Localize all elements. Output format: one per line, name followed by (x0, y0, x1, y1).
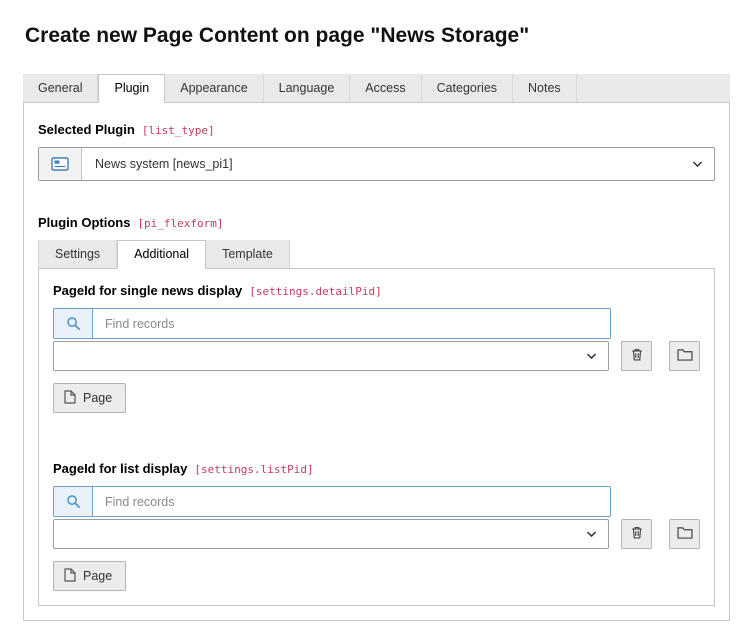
tab-categories[interactable]: Categories (422, 74, 513, 102)
flexform-tabbar: Settings Additional Template (38, 240, 715, 269)
plugin-options-fieldcode: [pi_flexform] (137, 217, 223, 230)
tab-additional[interactable]: Additional (117, 240, 206, 269)
listpid-label: PageId for list display [settings.listPid… (53, 461, 700, 477)
browse-records-button[interactable] (669, 341, 700, 371)
trash-icon (630, 525, 644, 543)
selected-plugin-value: News system [news_pi1] (82, 148, 714, 180)
listpid-fieldcode: [settings.listPid] (194, 463, 313, 476)
tab-appearance[interactable]: Appearance (165, 74, 263, 102)
page-picker-button[interactable]: Page (53, 383, 126, 413)
tab-content: Selected Plugin [list_type] News system [… (23, 103, 730, 621)
page-button-label: Page (83, 569, 112, 583)
delete-record-button[interactable] (621, 341, 652, 371)
record-search-input[interactable] (93, 309, 610, 338)
listpid-record-row (53, 519, 700, 549)
tab-template[interactable]: Template (206, 240, 290, 268)
listpid-record-search (53, 486, 611, 517)
selected-plugin-select[interactable]: News system [news_pi1] (38, 147, 715, 181)
tab-settings[interactable]: Settings (38, 240, 117, 268)
delete-record-button[interactable] (621, 519, 652, 549)
page-icon (64, 568, 76, 585)
tabbar-spacer (577, 74, 730, 102)
selected-plugin-label-text: Selected Plugin (38, 122, 135, 137)
plugin-icon (39, 148, 82, 180)
record-search-input[interactable] (93, 487, 610, 516)
browse-records-button[interactable] (669, 519, 700, 549)
module-body: Create new Page Content on page "News St… (0, 0, 753, 621)
trash-icon (630, 347, 644, 365)
plugin-options-label: Plugin Options [pi_flexform] (38, 215, 715, 231)
selected-records-select[interactable] (53, 341, 609, 371)
search-icon (54, 487, 93, 516)
listpid-label-text: PageId for list display (53, 461, 187, 476)
detailpid-record-search (53, 308, 611, 339)
selected-plugin-label: Selected Plugin [list_type] (38, 122, 715, 138)
chevron-down-icon (585, 350, 598, 363)
page-title: Create new Page Content on page "News St… (25, 24, 730, 48)
folder-icon (677, 526, 693, 542)
page-icon (64, 390, 76, 407)
detailpid-fieldcode: [settings.detailPid] (249, 285, 381, 298)
page-picker-button[interactable]: Page (53, 561, 126, 591)
detailpid-label: PageId for single news display [settings.… (53, 283, 700, 299)
chevron-down-icon (585, 528, 598, 541)
plugin-options-label-text: Plugin Options (38, 215, 130, 230)
detailpid-label-text: PageId for single news display (53, 283, 242, 298)
tab-access[interactable]: Access (350, 74, 421, 102)
folder-icon (677, 348, 693, 364)
tab-notes[interactable]: Notes (513, 74, 577, 102)
selected-records-select[interactable] (53, 519, 609, 549)
main-tabbar: General Plugin Appearance Language Acces… (23, 74, 730, 103)
page-button-label: Page (83, 391, 112, 405)
tab-general[interactable]: General (23, 74, 98, 102)
tab-plugin[interactable]: Plugin (98, 74, 165, 103)
search-icon (54, 309, 93, 338)
detailpid-record-row (53, 341, 700, 371)
flexform-panel: PageId for single news display [settings.… (38, 269, 715, 606)
tab-language[interactable]: Language (264, 74, 351, 102)
selected-plugin-fieldcode: [list_type] (142, 124, 215, 137)
field-listpid: PageId for list display [settings.listPid… (53, 461, 700, 591)
field-detailpid: PageId for single news display [settings.… (53, 283, 700, 413)
